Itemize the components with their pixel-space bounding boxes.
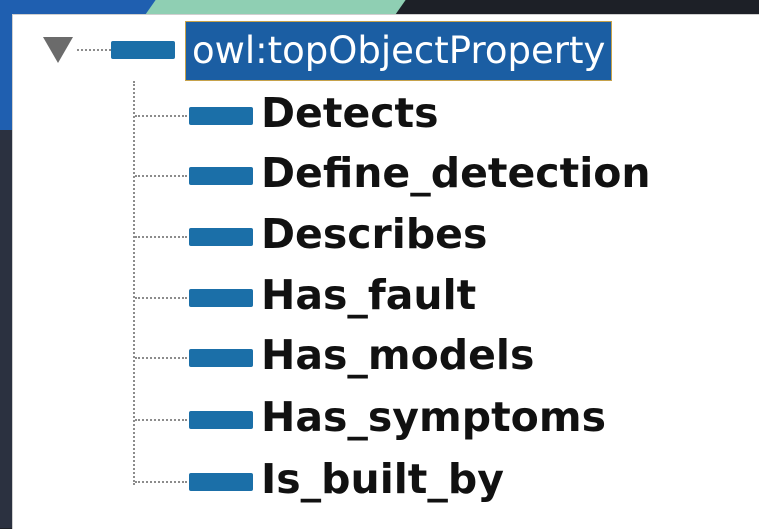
triangle-down-icon[interactable] xyxy=(43,37,73,63)
object-property-icon xyxy=(189,473,253,491)
tree-connector xyxy=(135,236,187,238)
tree-connector xyxy=(135,115,187,117)
tree-connector xyxy=(135,481,187,483)
object-property-icon xyxy=(189,349,253,367)
property-label-has-symptoms[interactable]: Has_symptoms xyxy=(261,389,606,445)
object-property-icon xyxy=(189,167,253,185)
property-label-describes[interactable]: Describes xyxy=(261,206,487,262)
tree-connector xyxy=(135,297,187,299)
property-label-define-detection[interactable]: Define_detection xyxy=(261,145,651,201)
tree-connector xyxy=(135,175,187,177)
object-property-icon xyxy=(189,107,253,125)
tree-connector-vertical xyxy=(133,81,135,485)
tree-connector xyxy=(135,357,187,359)
object-property-icon xyxy=(189,411,253,429)
property-label-is-built-by[interactable]: Is_built_by xyxy=(261,451,504,507)
root-property-label[interactable]: owl:topObjectProperty xyxy=(185,21,613,81)
tree-connector xyxy=(135,419,187,421)
property-label-has-fault[interactable]: Has_fault xyxy=(261,267,476,323)
object-property-hierarchy-panel: owl:topObjectProperty Detects Define_det… xyxy=(12,14,759,529)
property-label-has-models[interactable]: Has_models xyxy=(261,327,534,383)
property-label-detects[interactable]: Detects xyxy=(261,85,439,141)
tree-connector xyxy=(77,49,111,51)
object-property-icon xyxy=(189,228,253,246)
object-property-icon xyxy=(189,289,253,307)
object-property-icon xyxy=(111,41,175,59)
